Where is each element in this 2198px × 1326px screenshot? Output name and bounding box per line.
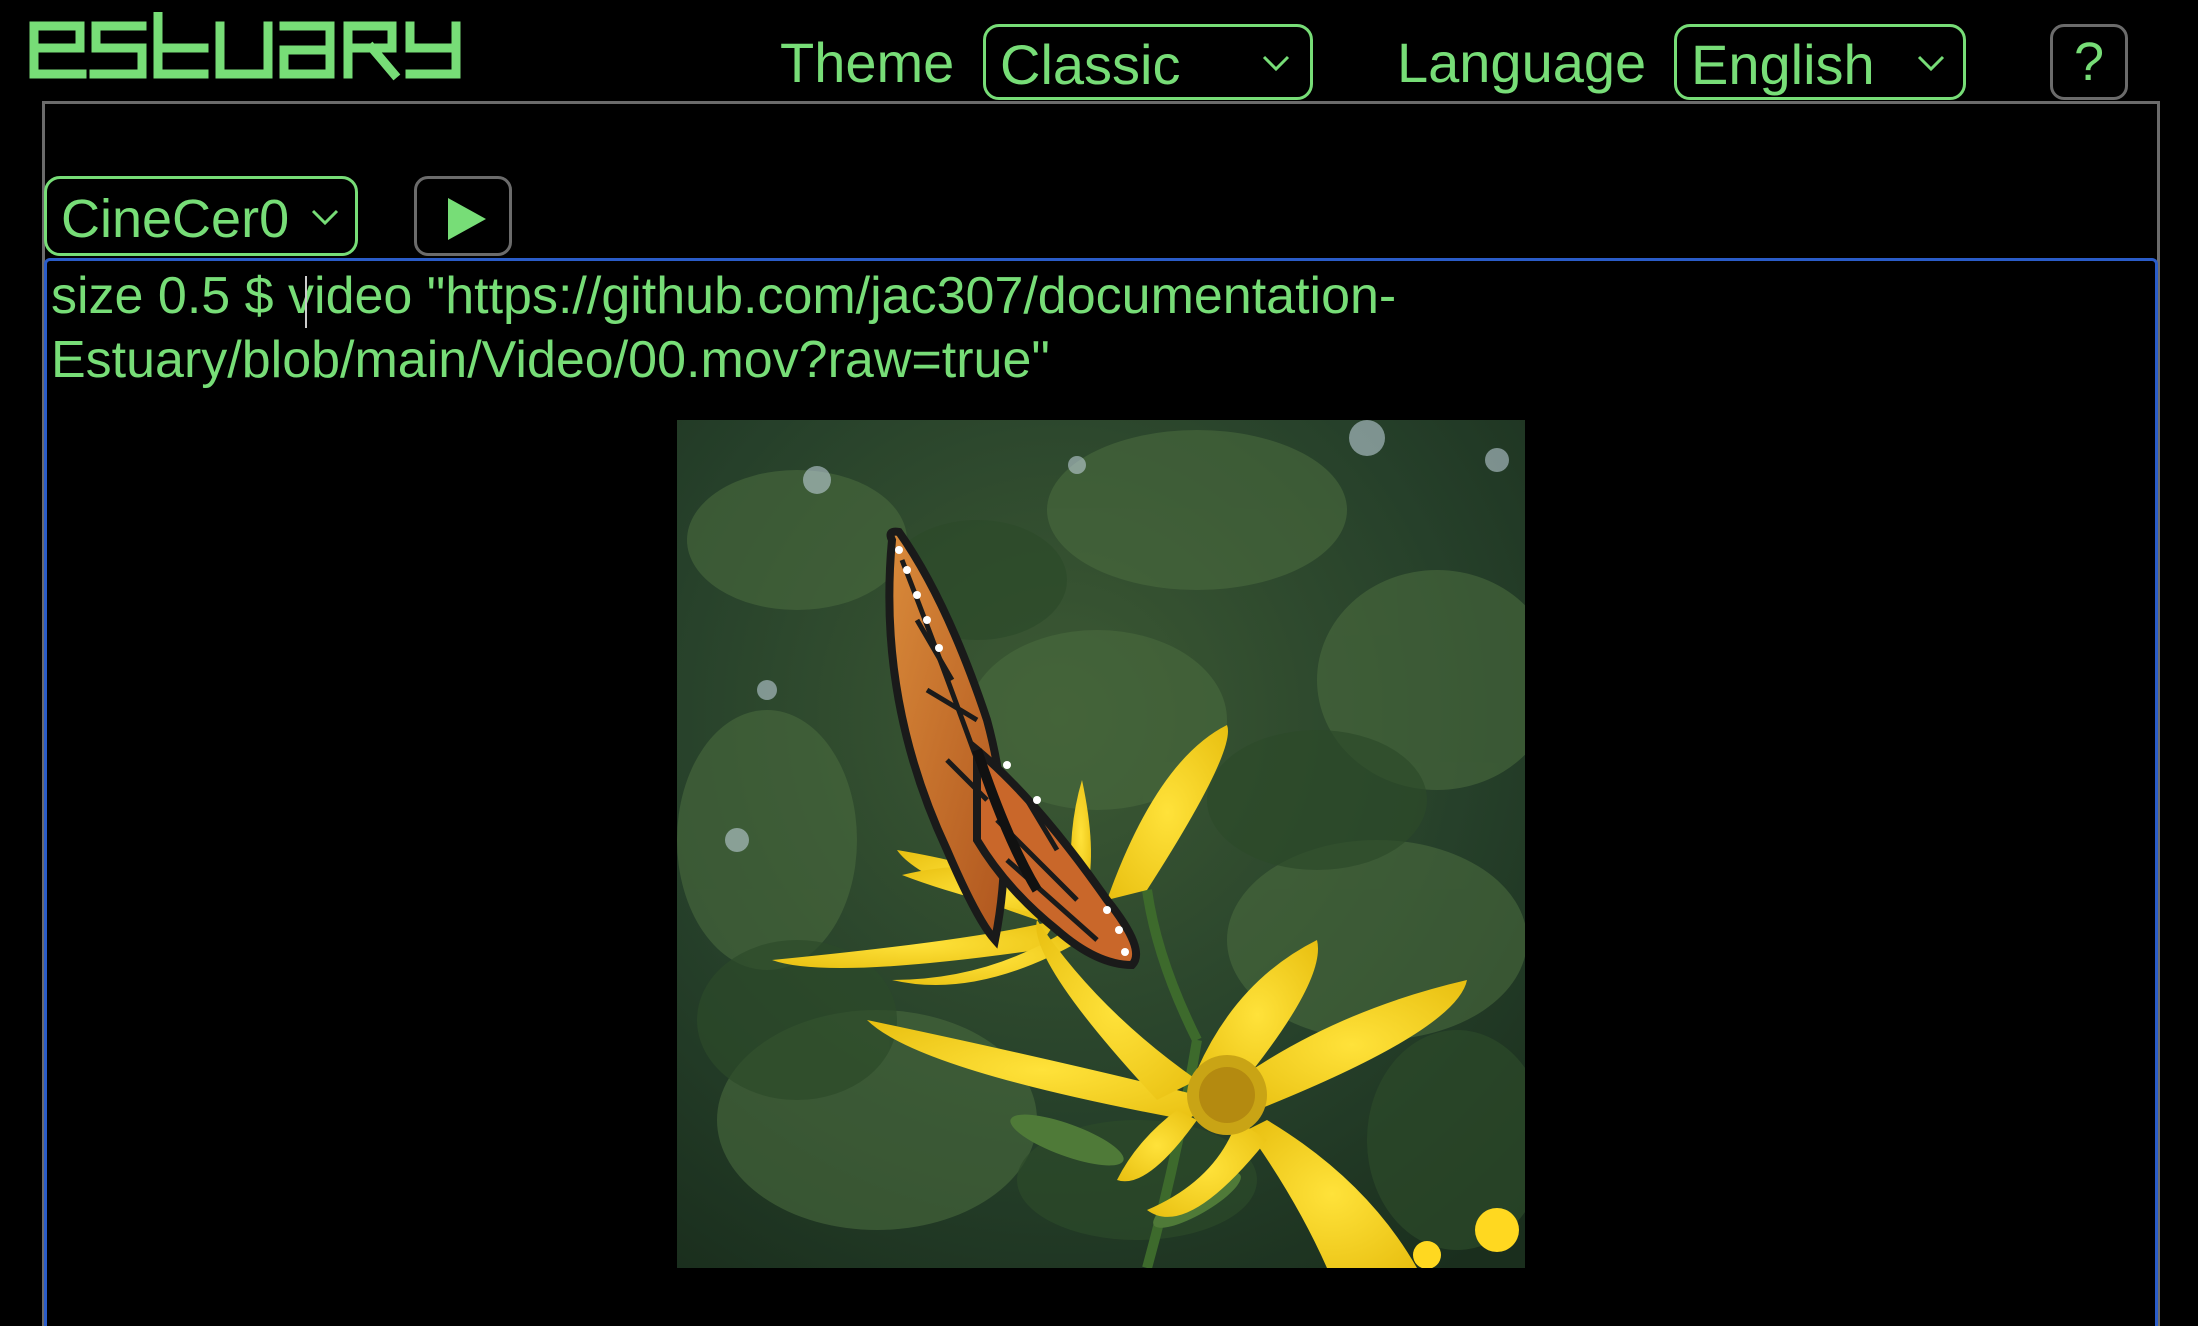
text-caret (305, 276, 307, 328)
language-engine-value: CineCer0 (61, 189, 290, 249)
theme-select-value: Classic (1000, 33, 1181, 96)
language-select-value: English (1691, 33, 1875, 96)
code-line-2[interactable]: Estuary/blob/main/Video/00.mov?raw=true" (51, 328, 1050, 392)
video-output (677, 420, 1525, 1268)
help-button[interactable]: ? (2050, 24, 2128, 100)
theme-label: Theme (780, 31, 955, 94)
language-engine-select[interactable]: CineCer0 (44, 176, 358, 256)
code-line-1[interactable]: size 0.5 $ video "https://github.com/jac… (51, 264, 1396, 328)
language-select[interactable]: English (1674, 24, 1966, 100)
language-label: Language (1397, 31, 1647, 94)
chevron-down-icon (305, 179, 345, 253)
chevron-down-icon (1256, 27, 1296, 97)
butterfly-on-flower-image (677, 420, 1525, 1268)
theme-select[interactable]: Classic (983, 24, 1313, 100)
estuary-logo (28, 12, 490, 86)
chevron-down-icon (1911, 27, 1951, 97)
play-button[interactable] (414, 176, 512, 256)
play-icon (448, 198, 486, 240)
